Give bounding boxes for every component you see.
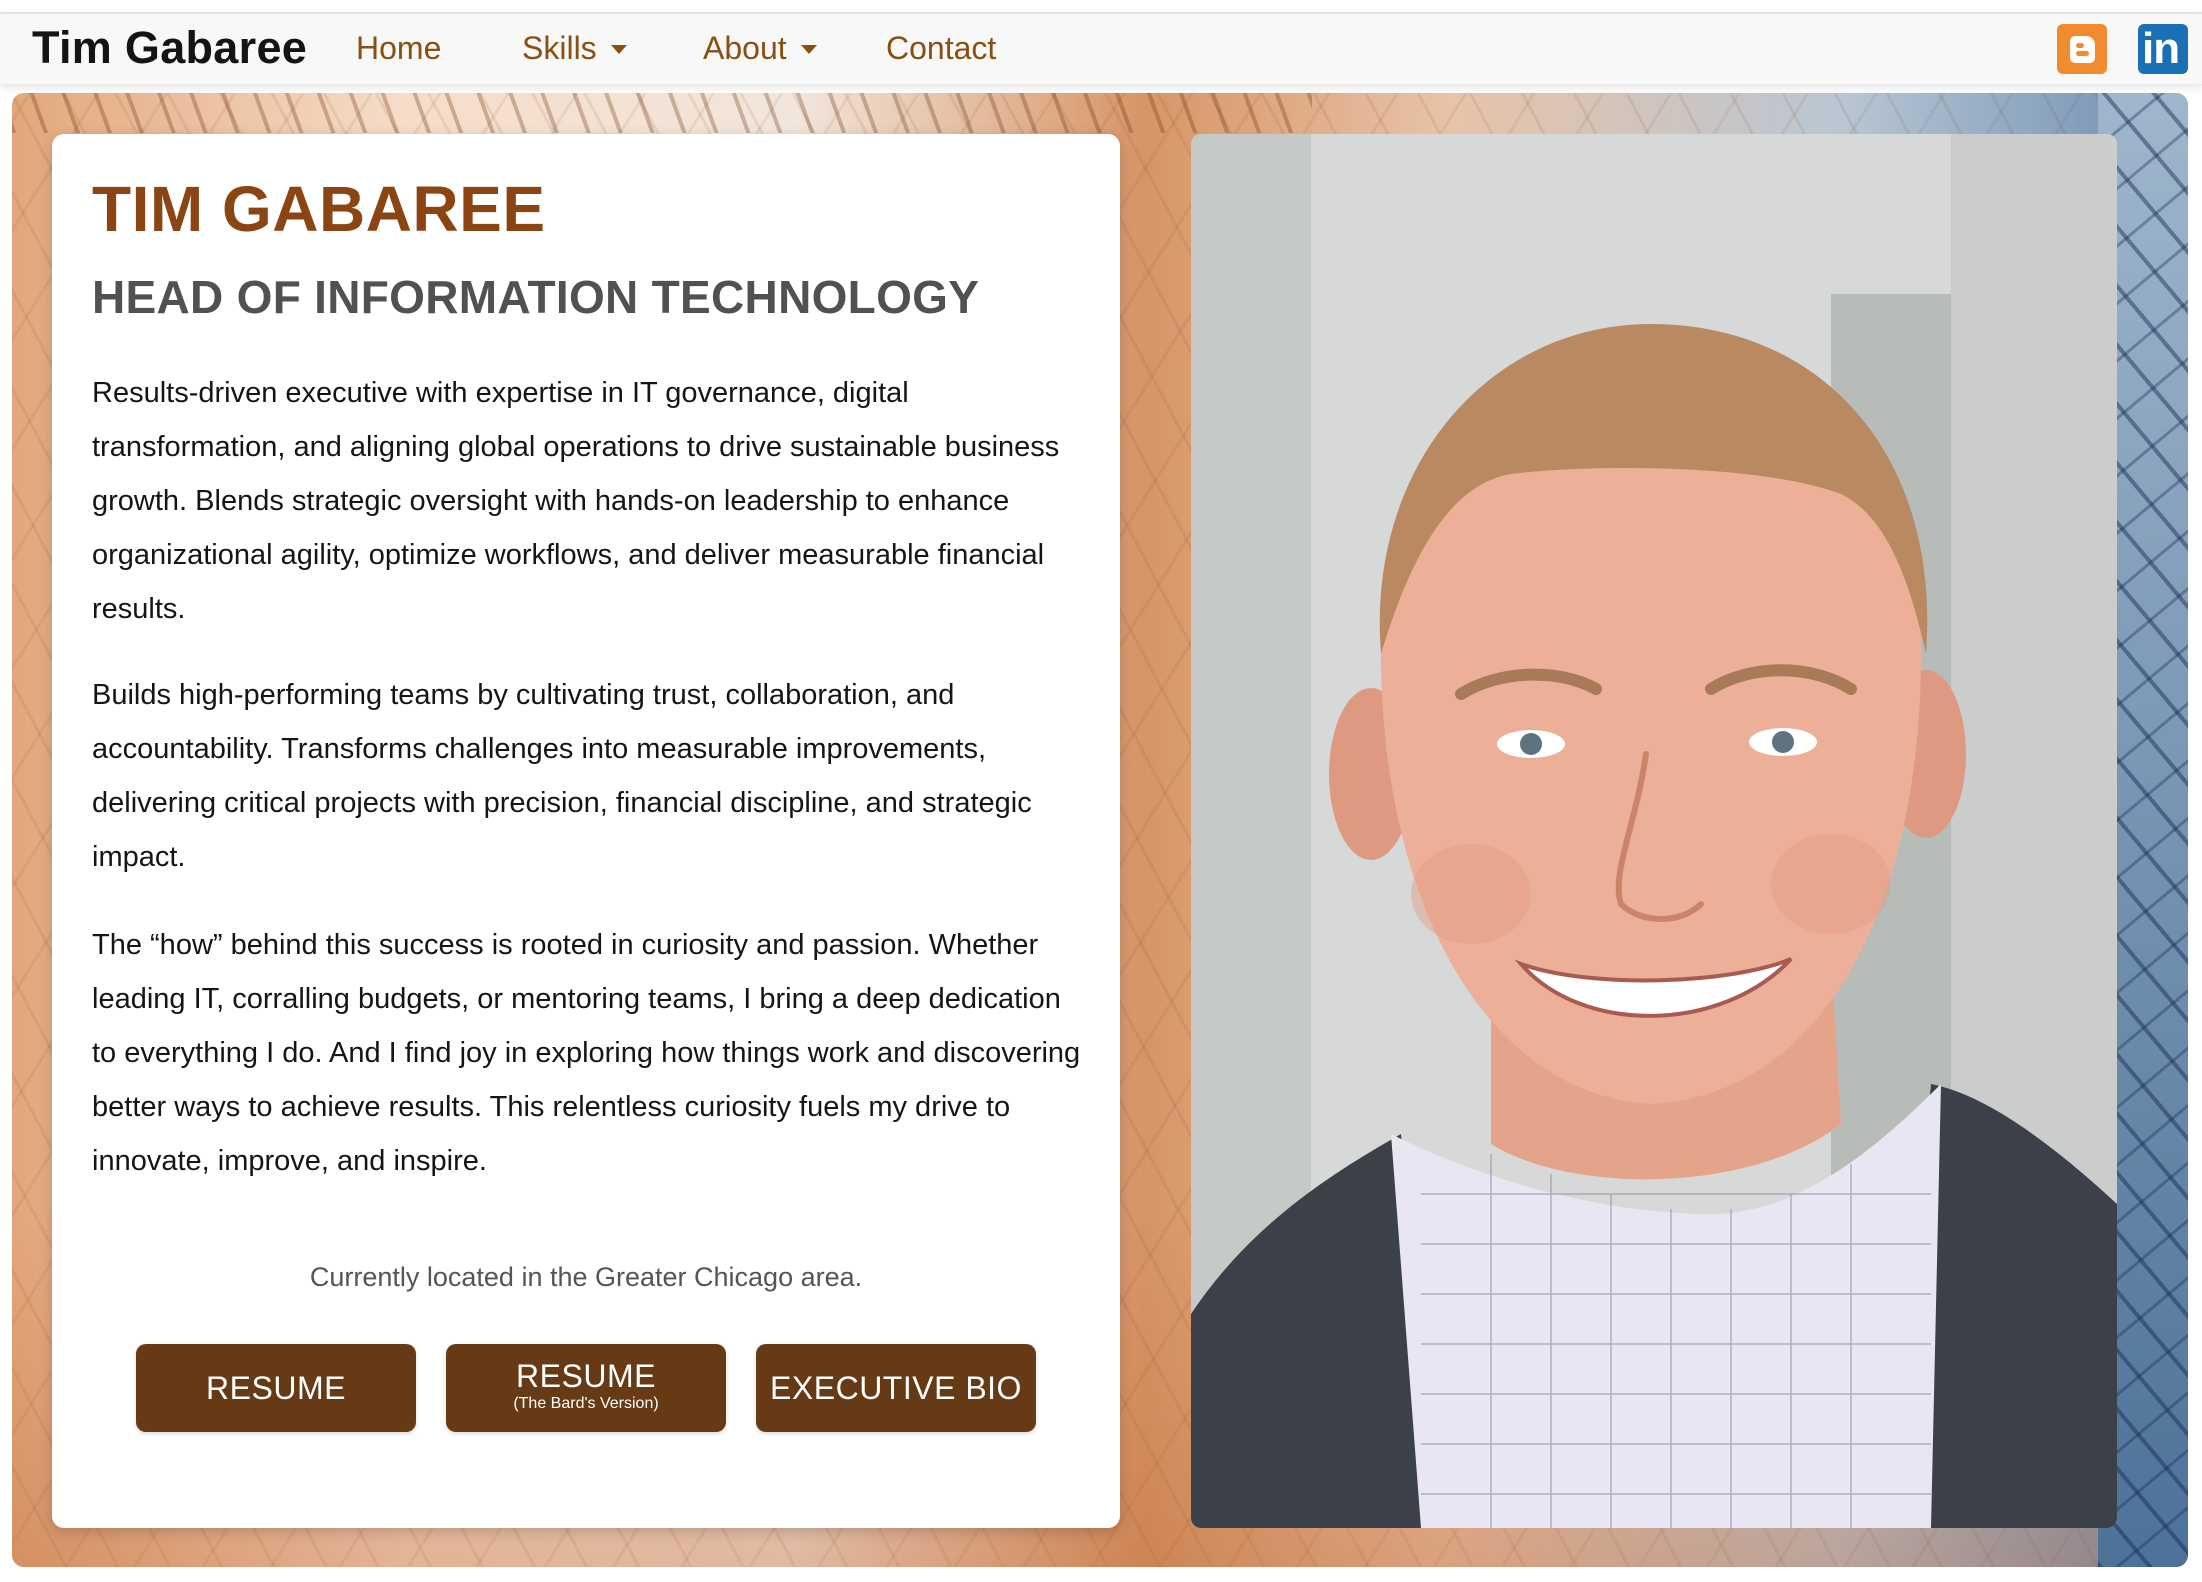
bio-paragraph: Builds high-performing teams by cultivat… [92,679,1032,873]
resume-bard-button-sublabel: (The Bard's Version) [513,1395,659,1412]
navbar: Tim Gabaree Home Skills About Contact in [0,14,2202,85]
brand-logo[interactable]: Tim Gabaree [32,22,307,74]
portrait-illustration [1191,134,2117,1528]
location-text: Currently located in the Greater Chicago… [309,1262,863,1292]
blogger-glyph [2070,36,2095,63]
nav-about-label: About [703,30,787,66]
linkedin-icon[interactable]: in [2138,24,2188,74]
intro-card: TIM GABAREE HEAD OF INFORMATION TECHNOLO… [52,134,1120,1528]
nav-skills-dropdown[interactable]: Skills [522,30,627,67]
resume-button-label: RESUME [206,1370,346,1406]
bio-paragraph: The “how” behind this success is rooted … [92,929,1081,1177]
linkedin-glyph: in [2142,24,2180,73]
executive-bio-button[interactable]: EXECUTIVE BIO [756,1344,1036,1432]
page-title: TIM GABAREE [92,173,546,245]
caret-down-icon [610,45,627,54]
job-title: HEAD OF INFORMATION TECHNOLOGY [92,271,980,323]
hero-background-lines [12,93,1312,133]
resume-button[interactable]: RESUME [136,1344,416,1432]
caret-down-icon [800,45,817,54]
resume-bard-button-label: RESUME [516,1358,656,1394]
nav-contact[interactable]: Contact [886,30,996,67]
nav-about-dropdown[interactable]: About [703,30,817,67]
profile-photo [1191,134,2117,1528]
executive-bio-button-label: EXECUTIVE BIO [770,1370,1022,1406]
blogger-icon[interactable] [2057,24,2107,74]
bio-paragraph: Results-driven executive with expertise … [92,377,1060,625]
nav-skills-label: Skills [522,30,597,66]
nav-home[interactable]: Home [356,30,441,67]
browser-top-edge [0,0,2202,14]
resume-bard-button[interactable]: RESUME (The Bard's Version) [446,1344,726,1432]
